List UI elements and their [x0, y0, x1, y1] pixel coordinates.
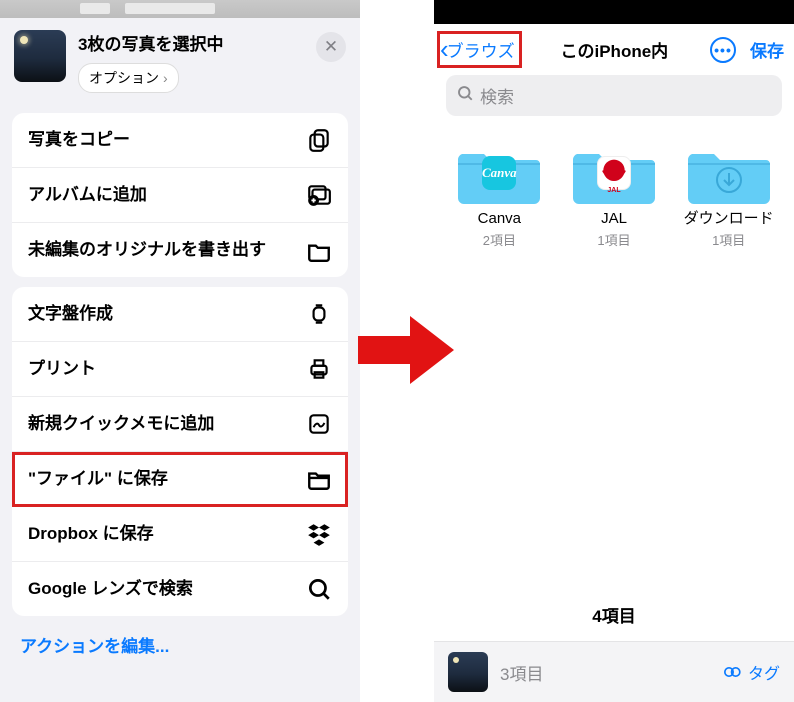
- dropbox-icon: [306, 521, 332, 547]
- folder-icon: Canva: [458, 140, 540, 204]
- selected-photo-thumbnail: [14, 30, 66, 82]
- options-label: オプション: [89, 68, 159, 88]
- more-button[interactable]: •••: [710, 37, 736, 63]
- folder-grid: Canva Canva 2項目 JAL JAL 1項目: [434, 124, 794, 249]
- bottom-bar: 3項目 タグ: [434, 641, 794, 702]
- action-create-watchface[interactable]: 文字盤作成: [12, 287, 348, 342]
- app-badge: [597, 156, 631, 190]
- action-add-quicknote[interactable]: 新規クイックメモに追加: [12, 397, 348, 452]
- share-title: 3枚の写真を選択中: [78, 30, 304, 55]
- export-folder-icon: [306, 237, 332, 263]
- back-label: ブラウズ: [447, 37, 515, 62]
- printer-icon: [306, 356, 332, 382]
- ellipsis-icon: •••: [714, 42, 732, 58]
- tag-button[interactable]: タグ: [724, 660, 780, 684]
- status-bar: [434, 0, 794, 24]
- search-icon: [456, 84, 474, 107]
- action-group: 文字盤作成 プリント 新規クイックメモに追加 "ファイル" に保存: [12, 287, 348, 616]
- selection-count: 3項目: [500, 660, 712, 685]
- background-strip: [0, 0, 360, 18]
- item-total: 4項目: [434, 588, 794, 641]
- chevron-right-icon: ›: [163, 70, 168, 86]
- action-save-to-files[interactable]: "ファイル" に保存: [12, 452, 348, 507]
- quicknote-icon: [306, 411, 332, 437]
- add-album-icon: [306, 182, 332, 208]
- folder-icon: [306, 466, 332, 492]
- folder-icon: [688, 140, 770, 204]
- files-app-panel: ‹ ブラウズ このiPhone内 ••• 保存 検索 Canva Canva: [434, 0, 794, 702]
- folder-icon: JAL: [573, 140, 655, 204]
- action-group: 写真をコピー アルバムに追加 未編集のオリジナルを書き出す: [12, 113, 348, 277]
- options-button[interactable]: オプション ›: [78, 63, 179, 93]
- folder-canva[interactable]: Canva Canva 2項目: [452, 140, 547, 249]
- location-title: このiPhone内: [525, 37, 704, 62]
- selection-thumbnail[interactable]: [448, 652, 488, 692]
- action-add-to-album[interactable]: アルバムに追加: [12, 168, 348, 223]
- nav-bar: ‹ ブラウズ このiPhone内 ••• 保存: [434, 24, 794, 73]
- share-sheet-panel: 3枚の写真を選択中 オプション › ✕ 写真をコピー アルバムに追加: [0, 0, 360, 702]
- close-icon: ✕: [324, 37, 338, 57]
- action-google-lens[interactable]: Google レンズで検索: [12, 562, 348, 616]
- search-input[interactable]: 検索: [446, 75, 782, 116]
- folder-downloads[interactable]: ダウンロード 1項目: [681, 140, 776, 249]
- folder-jal[interactable]: JAL JAL 1項目: [567, 140, 662, 249]
- save-button[interactable]: 保存: [750, 37, 784, 62]
- search-placeholder: 検索: [480, 83, 514, 108]
- search-icon: [306, 576, 332, 602]
- watch-icon: [306, 301, 332, 327]
- action-print[interactable]: プリント: [12, 342, 348, 397]
- close-button[interactable]: ✕: [316, 32, 346, 62]
- app-badge: Canva: [482, 156, 516, 190]
- copy-icon: [306, 127, 332, 153]
- action-export-original[interactable]: 未編集のオリジナルを書き出す: [12, 223, 348, 277]
- back-button[interactable]: ‹ ブラウズ: [440, 34, 519, 65]
- action-save-to-dropbox[interactable]: Dropbox に保存: [12, 507, 348, 562]
- edit-actions-link[interactable]: アクションを編集...: [0, 616, 360, 667]
- action-copy-photos[interactable]: 写真をコピー: [12, 113, 348, 168]
- arrow-annotation: [358, 310, 454, 390]
